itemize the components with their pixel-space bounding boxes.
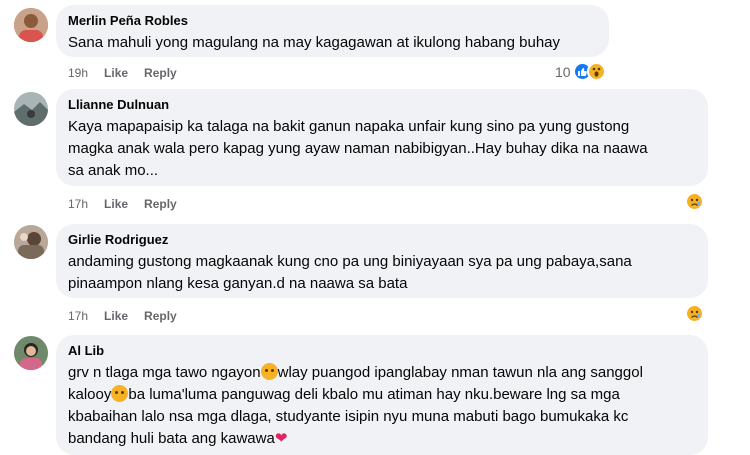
sad-icon xyxy=(685,192,704,211)
like-button[interactable]: Like xyxy=(104,196,128,212)
avatar-photo-icon xyxy=(14,225,48,259)
avatar-photo-icon xyxy=(14,92,48,126)
like-button[interactable]: Like xyxy=(104,308,128,324)
reply-button[interactable]: Reply xyxy=(144,65,177,81)
comment-actions: 17h Like Reply xyxy=(68,308,177,324)
comment-text: Kaya mapapaisip ka talaga na bakit ganun… xyxy=(68,118,648,179)
comment-author[interactable]: Merlin Peña Robles xyxy=(68,13,597,29)
wow-icon xyxy=(586,62,606,81)
like-button[interactable]: Like xyxy=(104,65,128,81)
avatar[interactable] xyxy=(14,8,48,42)
reaction-summary[interactable] xyxy=(685,192,704,211)
comment-bubble: Merlin Peña Robles Sana mahuli yong magu… xyxy=(56,5,609,57)
comment-text: andaming gustong magkaanak kung cno pa u… xyxy=(68,253,632,292)
comment-bubble: Al Lib grv n tlaga mga tawo ngayon wlay p… xyxy=(56,335,708,455)
comment-bubble: Girlie Rodriguez andaming gustong magkaa… xyxy=(56,224,708,298)
comment-text-part: ba luma'luma panguwag deli kbalo mu atim… xyxy=(68,386,629,447)
reply-button[interactable]: Reply xyxy=(144,308,177,324)
reaction-summary[interactable]: 10 xyxy=(555,62,606,81)
comment-text: Sana mahuli yong magulang na may kagagaw… xyxy=(68,34,561,51)
comment-author[interactable]: Al Lib xyxy=(68,343,696,359)
crying-face-icon xyxy=(111,385,129,402)
comment-actions: 17h Like Reply xyxy=(68,196,177,212)
avatar[interactable] xyxy=(14,225,48,259)
comment-author[interactable]: Girlie Rodriguez xyxy=(68,232,696,248)
avatar[interactable] xyxy=(14,336,48,370)
comment-time[interactable]: 19h xyxy=(68,65,88,81)
reply-button[interactable]: Reply xyxy=(144,196,177,212)
comment-text-part: grv n tlaga mga tawo ngayon xyxy=(68,364,261,381)
comment-time[interactable]: 17h xyxy=(68,196,88,212)
heart-icon: ❤ xyxy=(274,430,288,447)
avatar[interactable] xyxy=(14,92,48,126)
reaction-count: 10 xyxy=(555,63,571,80)
comment-text: grv n tlaga mga tawo ngayon wlay puangod … xyxy=(68,362,696,450)
crying-face-icon xyxy=(260,363,278,380)
comment-actions: 19h Like Reply xyxy=(68,65,177,81)
sad-icon xyxy=(685,304,704,323)
reaction-summary[interactable] xyxy=(685,304,704,323)
comment-bubble: Llianne Dulnuan Kaya mapapaisip ka talag… xyxy=(56,89,708,186)
avatar-photo-icon xyxy=(14,336,48,370)
avatar-photo-icon xyxy=(14,8,48,42)
comment-time[interactable]: 17h xyxy=(68,308,88,324)
comment-author[interactable]: Llianne Dulnuan xyxy=(68,97,696,113)
